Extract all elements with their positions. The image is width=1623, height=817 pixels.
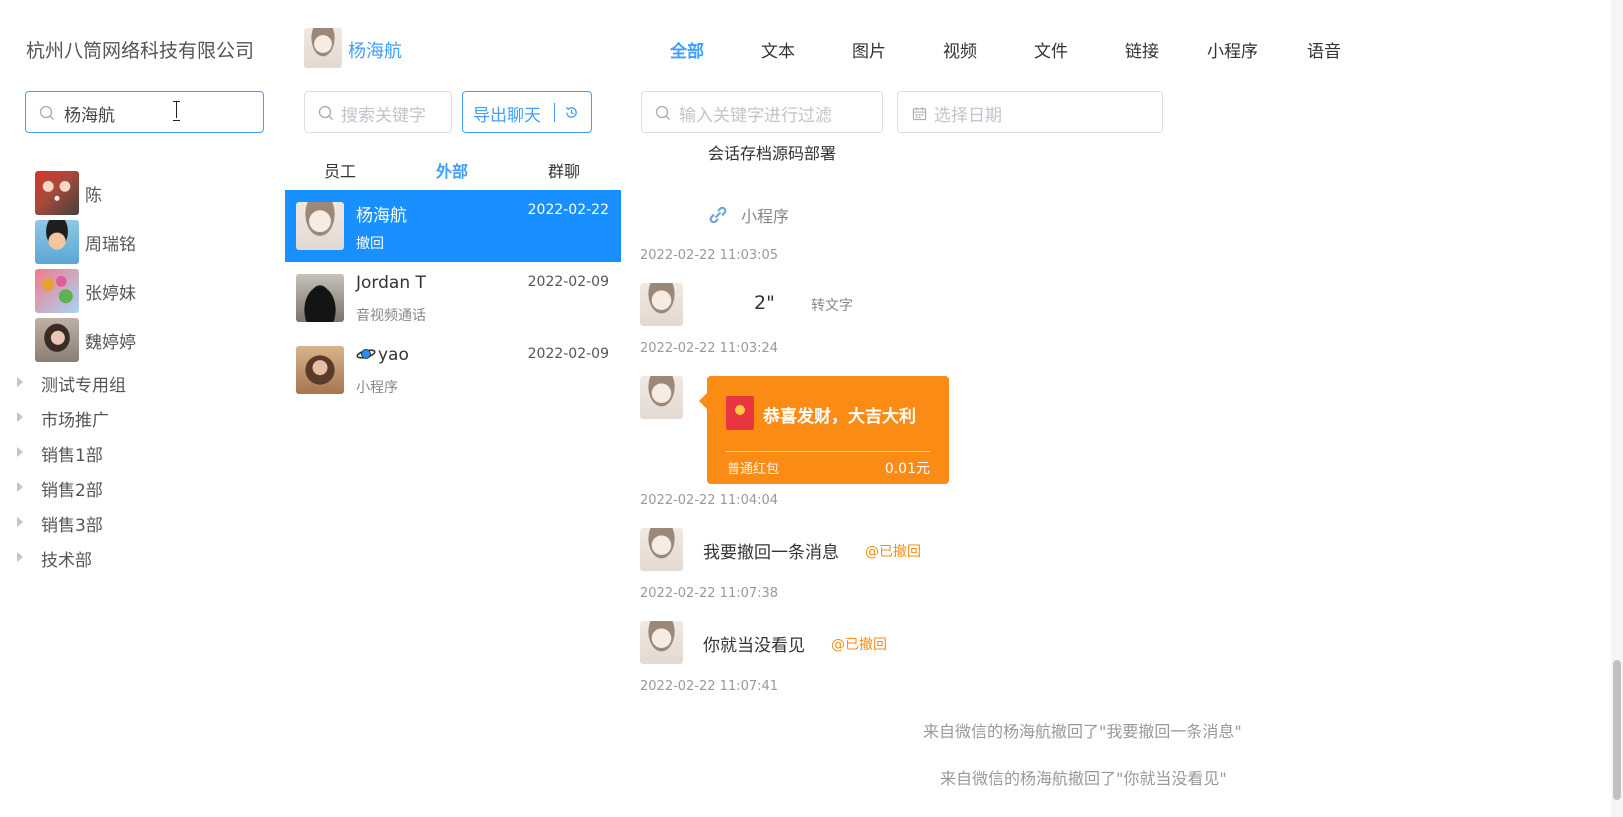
recalled-badge: @已撤回 xyxy=(865,544,921,560)
transcribe-button[interactable]: 转文字 xyxy=(811,295,853,315)
avatar xyxy=(35,171,79,215)
avatar xyxy=(296,274,344,322)
company-name: 杭州八筒网络科技有限公司 xyxy=(26,40,255,62)
conversation-date: 2022-02-09 xyxy=(527,274,609,290)
miniprogram-title: 会话存档源码部署 xyxy=(708,144,837,163)
contact-name: 魏婷婷 xyxy=(85,333,136,353)
type-tab-image[interactable]: 图片 xyxy=(852,37,886,62)
link-icon xyxy=(708,205,728,229)
conversation-last-message: 小程序 xyxy=(356,380,398,396)
conversation-item[interactable]: Jordan T 音视频通话 2022-02-09 xyxy=(285,262,621,334)
saturn-emoji-icon xyxy=(356,349,376,359)
avatar xyxy=(640,283,683,326)
conversation-item[interactable]: 杨海航 撤回 2022-02-22 xyxy=(285,190,621,262)
dept-label: 销售1部 xyxy=(41,446,103,466)
avatar xyxy=(35,318,79,362)
type-tab-video[interactable]: 视频 xyxy=(943,37,977,62)
current-user-name: 杨海航 xyxy=(348,41,402,62)
caret-right-icon xyxy=(17,552,23,562)
dept-label: 技术部 xyxy=(41,551,92,571)
conversation-last-message: 音视频通话 xyxy=(356,308,426,324)
calendar-icon xyxy=(912,106,927,125)
type-tab-file[interactable]: 文件 xyxy=(1034,37,1068,62)
voice-duration[interactable]: 2" xyxy=(754,292,775,314)
dept-label: 销售2部 xyxy=(41,481,103,501)
caret-right-icon xyxy=(17,482,23,492)
caret-right-icon xyxy=(17,517,23,527)
contact-name: 张婷妹 xyxy=(85,284,136,304)
scrollbar-thumb[interactable] xyxy=(1613,660,1621,800)
divider xyxy=(554,103,555,122)
red-packet-wish: 恭喜发财，大吉大利 xyxy=(763,407,916,427)
red-packet-card[interactable]: 恭喜发财，大吉大利 普通红包 0.01元 xyxy=(699,376,949,484)
caret-right-icon xyxy=(17,412,23,422)
dept-label: 市场推广 xyxy=(41,411,109,431)
message-timestamp: 2022-02-22 11:03:24 xyxy=(640,341,779,356)
dept-label: 测试专用组 xyxy=(41,376,126,396)
caret-right-icon xyxy=(17,377,23,387)
type-tab-link[interactable]: 链接 xyxy=(1125,37,1159,62)
contact-search-value: 杨海航 xyxy=(64,106,115,126)
search-icon xyxy=(318,105,334,125)
tab-employees[interactable]: 员工 xyxy=(324,158,356,182)
conversation-name: yao xyxy=(356,345,409,365)
conversation-name: Jordan T xyxy=(356,273,426,293)
conversation-last-message: 撤回 xyxy=(356,236,384,252)
tab-external[interactable]: 外部 xyxy=(436,158,468,182)
red-packet-type: 普通红包 xyxy=(727,462,780,477)
avatar xyxy=(35,220,79,264)
message-timestamp: 2022-02-22 11:04:04 xyxy=(640,493,779,508)
avatar xyxy=(640,376,683,419)
history-icon[interactable] xyxy=(564,105,579,124)
red-packet-amount: 0.01元 xyxy=(884,461,930,477)
message-text: 你就当没看见 xyxy=(703,636,805,656)
conversation-item[interactable]: yao 小程序 2022-02-09 xyxy=(285,334,621,406)
date-picker[interactable]: 选择日期 xyxy=(897,91,1163,133)
tab-groups[interactable]: 群聊 xyxy=(548,158,580,182)
contact-name: 周瑞铭 xyxy=(85,235,136,255)
export-chat-label: 导出聊天 xyxy=(473,106,541,126)
avatar xyxy=(304,28,342,68)
avatar xyxy=(640,621,683,664)
conversation-date: 2022-02-22 xyxy=(527,202,609,218)
search-icon xyxy=(39,105,55,125)
recall-notice: 来自微信的杨海航撤回了"我要撤回一条消息" xyxy=(923,722,1242,741)
message-filter-input[interactable]: 输入关键字进行过滤 xyxy=(641,91,883,133)
message-timestamp: 2022-02-22 11:07:41 xyxy=(640,679,779,694)
miniprogram-label: 小程序 xyxy=(741,207,790,226)
avatar xyxy=(35,269,79,313)
contact-name: 陈 xyxy=(85,186,102,206)
keyword-search-input[interactable]: 搜索关键字 xyxy=(304,91,452,133)
type-tab-text[interactable]: 文本 xyxy=(761,37,795,62)
caret-right-icon xyxy=(17,447,23,457)
type-tab-voice[interactable]: 语音 xyxy=(1307,37,1341,62)
red-envelope-icon xyxy=(726,396,754,430)
type-tab-all[interactable]: 全部 xyxy=(670,37,704,62)
avatar xyxy=(296,202,344,250)
recall-notice: 来自微信的杨海航撤回了"你就当没看见" xyxy=(940,769,1227,788)
date-placeholder: 选择日期 xyxy=(934,106,1002,126)
type-tab-miniprogram[interactable]: 小程序 xyxy=(1207,37,1258,62)
divider xyxy=(726,451,930,452)
message-timestamp: 2022-02-22 11:07:38 xyxy=(640,586,779,601)
text-cursor-icon xyxy=(172,101,181,121)
conversation-name-text: yao xyxy=(378,345,409,365)
scrollbar[interactable] xyxy=(1611,0,1623,817)
avatar xyxy=(296,346,344,394)
filter-placeholder: 输入关键字进行过滤 xyxy=(679,106,832,126)
search-icon xyxy=(655,105,671,125)
message-text: 我要撤回一条消息 xyxy=(703,543,839,563)
contact-search-input[interactable]: 杨海航 xyxy=(25,91,264,133)
dept-label: 销售3部 xyxy=(41,516,103,536)
message-timestamp: 2022-02-22 11:03:05 xyxy=(640,248,779,263)
export-chat-button[interactable]: 导出聊天 xyxy=(462,91,592,133)
avatar xyxy=(640,528,683,571)
conversation-name: 杨海航 xyxy=(356,206,407,226)
conversation-date: 2022-02-09 xyxy=(527,346,609,362)
keyword-placeholder: 搜索关键字 xyxy=(341,106,426,126)
recalled-badge: @已撤回 xyxy=(831,637,887,653)
